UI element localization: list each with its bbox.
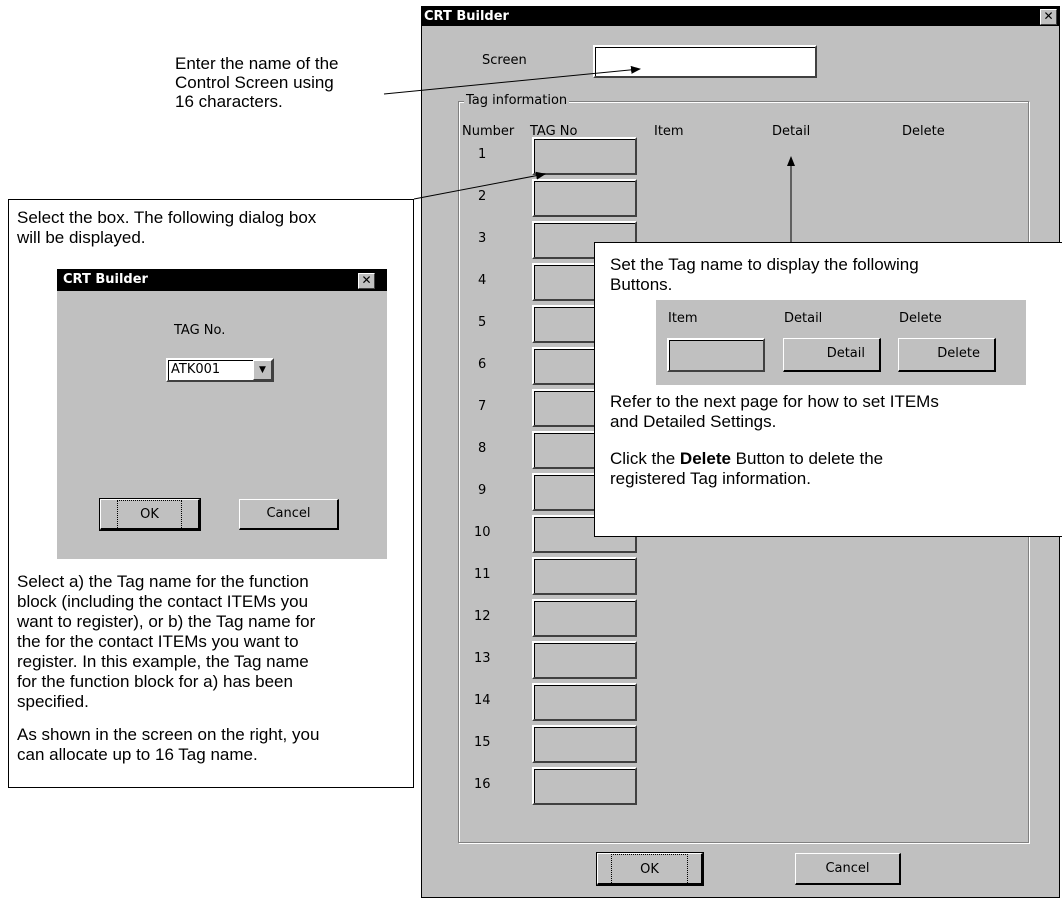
text-line: and Detailed Settings.: [610, 412, 777, 431]
tag-select-dialog: CRT Builder ✕ TAG No. ATK001 ▼ OK Cancel: [57, 269, 387, 559]
small-close-icon[interactable]: ✕: [358, 273, 375, 289]
row-number: 8: [478, 441, 487, 456]
tag-no-field[interactable]: [532, 557, 637, 595]
text-line: for the function block for a) has been: [17, 672, 293, 691]
text-line: block (including the contact ITEMs you: [17, 592, 309, 611]
column-detail: Detail: [772, 124, 811, 139]
row-number: 13: [474, 651, 491, 666]
screen-annotation-line: 16 characters.: [175, 92, 283, 111]
right-callout-refer: Refer to the next page for how to set IT…: [610, 392, 939, 432]
strip-delete-button[interactable]: Delete: [898, 338, 996, 372]
small-ok-label: OK: [117, 500, 182, 530]
left-callout-body: Select a) the Tag name for the function …: [17, 572, 315, 712]
screen-label: Screen: [482, 53, 527, 68]
dialog-titlebar: CRT Builder ✕: [422, 7, 1059, 26]
tag-no-field[interactable]: [532, 767, 637, 805]
row-number: 2: [478, 189, 487, 204]
text-line: the for the contact ITEMs you want to: [17, 632, 299, 651]
row-number: 4: [478, 273, 487, 288]
ok-button-label: OK: [611, 854, 688, 885]
text-line: can allocate up to 16 Tag name.: [17, 745, 258, 764]
tag-no-field[interactable]: [532, 725, 637, 763]
small-dialog-titlebar: CRT Builder: [57, 269, 387, 291]
tag-no-field[interactable]: [532, 641, 637, 679]
row-number: 1: [478, 147, 487, 162]
row-number: 7: [478, 399, 487, 414]
tag-no-field[interactable]: [532, 683, 637, 721]
tag-no-field[interactable]: [532, 599, 637, 637]
row-number: 11: [474, 567, 491, 582]
tag-no-field[interactable]: [532, 179, 637, 217]
text-line: registered Tag information.: [610, 469, 811, 488]
cancel-button[interactable]: Cancel: [795, 853, 901, 885]
example-button-strip: Item Detail Delete Detail Delete: [656, 300, 1026, 385]
row-number: 5: [478, 315, 487, 330]
text-line: Refer to the next page for how to set IT…: [610, 392, 939, 411]
screen-name-input[interactable]: [593, 45, 817, 78]
text-line: Select a) the Tag name for the function: [17, 572, 309, 591]
column-delete: Delete: [902, 124, 945, 139]
text-line: specified.: [17, 692, 89, 711]
row-number: 3: [478, 231, 487, 246]
small-ok-button[interactable]: OK: [99, 498, 201, 531]
strip-detail-button[interactable]: Detail: [783, 338, 881, 372]
column-item: Item: [654, 124, 684, 139]
text-line: register. In this example, the Tag name: [17, 652, 309, 671]
text-line: want to register), or b) the Tag name fo…: [17, 612, 316, 631]
row-number: 10: [474, 525, 491, 540]
tag-no-select[interactable]: ATK001 ▼: [166, 358, 274, 382]
text-line: Set the Tag name to display the followin…: [610, 255, 919, 274]
row-number: 16: [474, 777, 491, 792]
ok-button[interactable]: OK: [596, 852, 704, 886]
strip-delete-label: Delete: [899, 311, 942, 326]
close-icon[interactable]: ✕: [1040, 9, 1057, 25]
row-number: 12: [474, 609, 491, 624]
tag-no-field[interactable]: [532, 137, 637, 175]
text-line: will be displayed.: [17, 228, 146, 247]
row-number: 9: [478, 483, 487, 498]
tag-information-label: Tag information: [464, 93, 570, 108]
dialog-title: CRT Builder: [424, 9, 509, 24]
strip-detail-label: Detail: [784, 311, 823, 326]
right-callout-intro: Set the Tag name to display the followin…: [610, 255, 919, 295]
screen-annotation-line: Control Screen using: [175, 73, 334, 92]
column-number: Number: [462, 124, 515, 139]
left-callout-intro: Select the box. The following dialog box…: [17, 208, 316, 248]
strip-item-field[interactable]: [667, 338, 765, 372]
text-line: As shown in the screen on the right, you: [17, 725, 320, 744]
tag-no-label: TAG No.: [174, 323, 226, 338]
left-callout-footer: As shown in the screen on the right, you…: [17, 725, 319, 765]
tag-no-value: ATK001: [171, 362, 221, 377]
text-fragment: Button to delete the: [730, 449, 884, 468]
screen-annotation-line: Enter the name of the: [175, 54, 339, 73]
strip-item-label: Item: [668, 311, 698, 326]
row-number: 14: [474, 693, 491, 708]
text-line: Select the box. The following dialog box: [17, 208, 317, 227]
text-line: Buttons.: [610, 275, 673, 294]
small-dialog-title: CRT Builder: [63, 272, 148, 287]
row-number: 15: [474, 735, 491, 750]
right-callout-delete-note: Click the Delete Button to delete the re…: [610, 449, 883, 489]
small-cancel-button[interactable]: Cancel: [239, 499, 339, 530]
row-number: 6: [478, 357, 487, 372]
text-line: Click the Delete Button to delete the: [610, 449, 883, 469]
text-fragment-bold: Delete: [679, 449, 731, 468]
screen-annotation: Enter the name of the Control Screen usi…: [175, 54, 339, 111]
text-fragment: Click the: [610, 449, 680, 468]
chevron-down-icon[interactable]: ▼: [253, 360, 272, 380]
